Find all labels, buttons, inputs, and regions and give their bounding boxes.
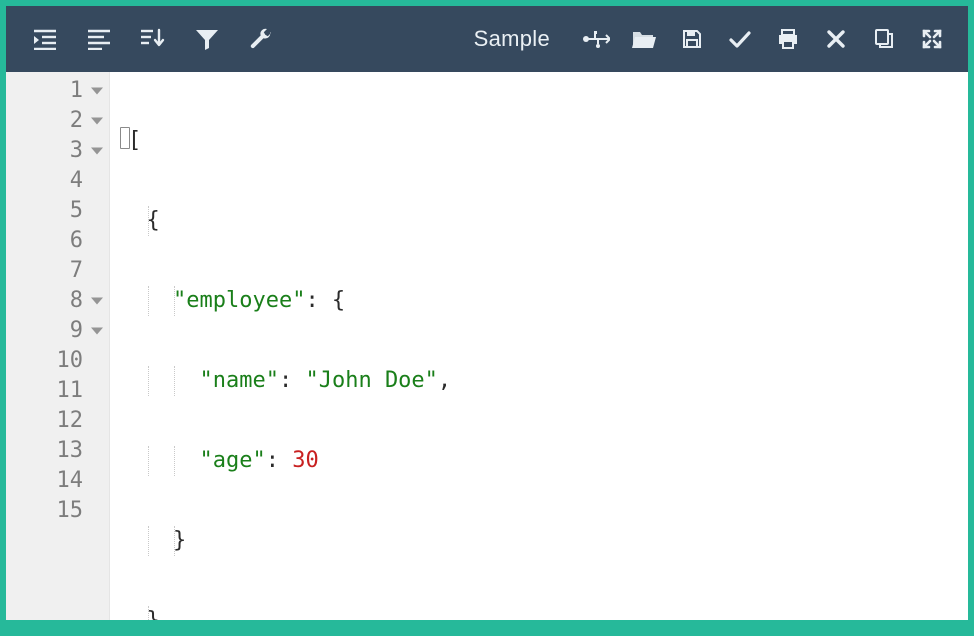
fold-marker-icon[interactable] [91, 118, 103, 125]
line-number[interactable]: 6 [6, 226, 109, 256]
copy-icon[interactable] [860, 6, 908, 72]
line-number[interactable]: 11 [6, 376, 109, 406]
open-folder-icon[interactable] [620, 6, 668, 72]
format-indent-icon[interactable] [18, 6, 72, 72]
line-number[interactable]: 8 [6, 286, 109, 316]
line-number[interactable]: 13 [6, 436, 109, 466]
gutter: 1 2 3 4 5 6 7 8 9 10 11 12 13 14 15 [6, 72, 110, 620]
line-number[interactable]: 15 [6, 496, 109, 526]
toolbar: Sample [6, 6, 968, 72]
line-number[interactable]: 1 [6, 76, 109, 106]
save-icon[interactable] [668, 6, 716, 72]
code-line: }, [110, 606, 968, 620]
line-number[interactable]: 12 [6, 406, 109, 436]
fold-marker-icon[interactable] [91, 148, 103, 155]
code-line: } [110, 526, 968, 556]
print-icon[interactable] [764, 6, 812, 72]
sort-icon[interactable] [126, 6, 180, 72]
line-number[interactable]: 2 [6, 106, 109, 136]
code-line: [ [110, 126, 968, 156]
close-icon[interactable] [812, 6, 860, 72]
code-line: "name": "John Doe", [110, 366, 968, 396]
line-number[interactable]: 3 [6, 136, 109, 166]
fold-marker-icon[interactable] [91, 328, 103, 335]
fold-marker-icon[interactable] [91, 298, 103, 305]
line-number[interactable]: 9 [6, 316, 109, 346]
format-left-icon[interactable] [72, 6, 126, 72]
code-line: { [110, 206, 968, 236]
code-line: "age": 30 [110, 446, 968, 476]
fullscreen-icon[interactable] [908, 6, 956, 72]
code-area[interactable]: [ { "employee": { "name": "John Doe", "a… [110, 72, 968, 620]
line-number[interactable]: 4 [6, 166, 109, 196]
check-icon[interactable] [716, 6, 764, 72]
code-line: "employee": { [110, 286, 968, 316]
wrench-icon[interactable] [234, 6, 288, 72]
line-number[interactable]: 14 [6, 466, 109, 496]
sample-button[interactable]: Sample [452, 6, 572, 72]
usb-icon[interactable] [572, 6, 620, 72]
line-number[interactable]: 5 [6, 196, 109, 226]
line-number[interactable]: 10 [6, 346, 109, 376]
fold-marker-icon[interactable] [91, 88, 103, 95]
filter-icon[interactable] [180, 6, 234, 72]
sample-label: Sample [474, 26, 550, 52]
code-editor[interactable]: 1 2 3 4 5 6 7 8 9 10 11 12 13 14 15 [ { … [6, 72, 968, 620]
line-number[interactable]: 7 [6, 256, 109, 286]
